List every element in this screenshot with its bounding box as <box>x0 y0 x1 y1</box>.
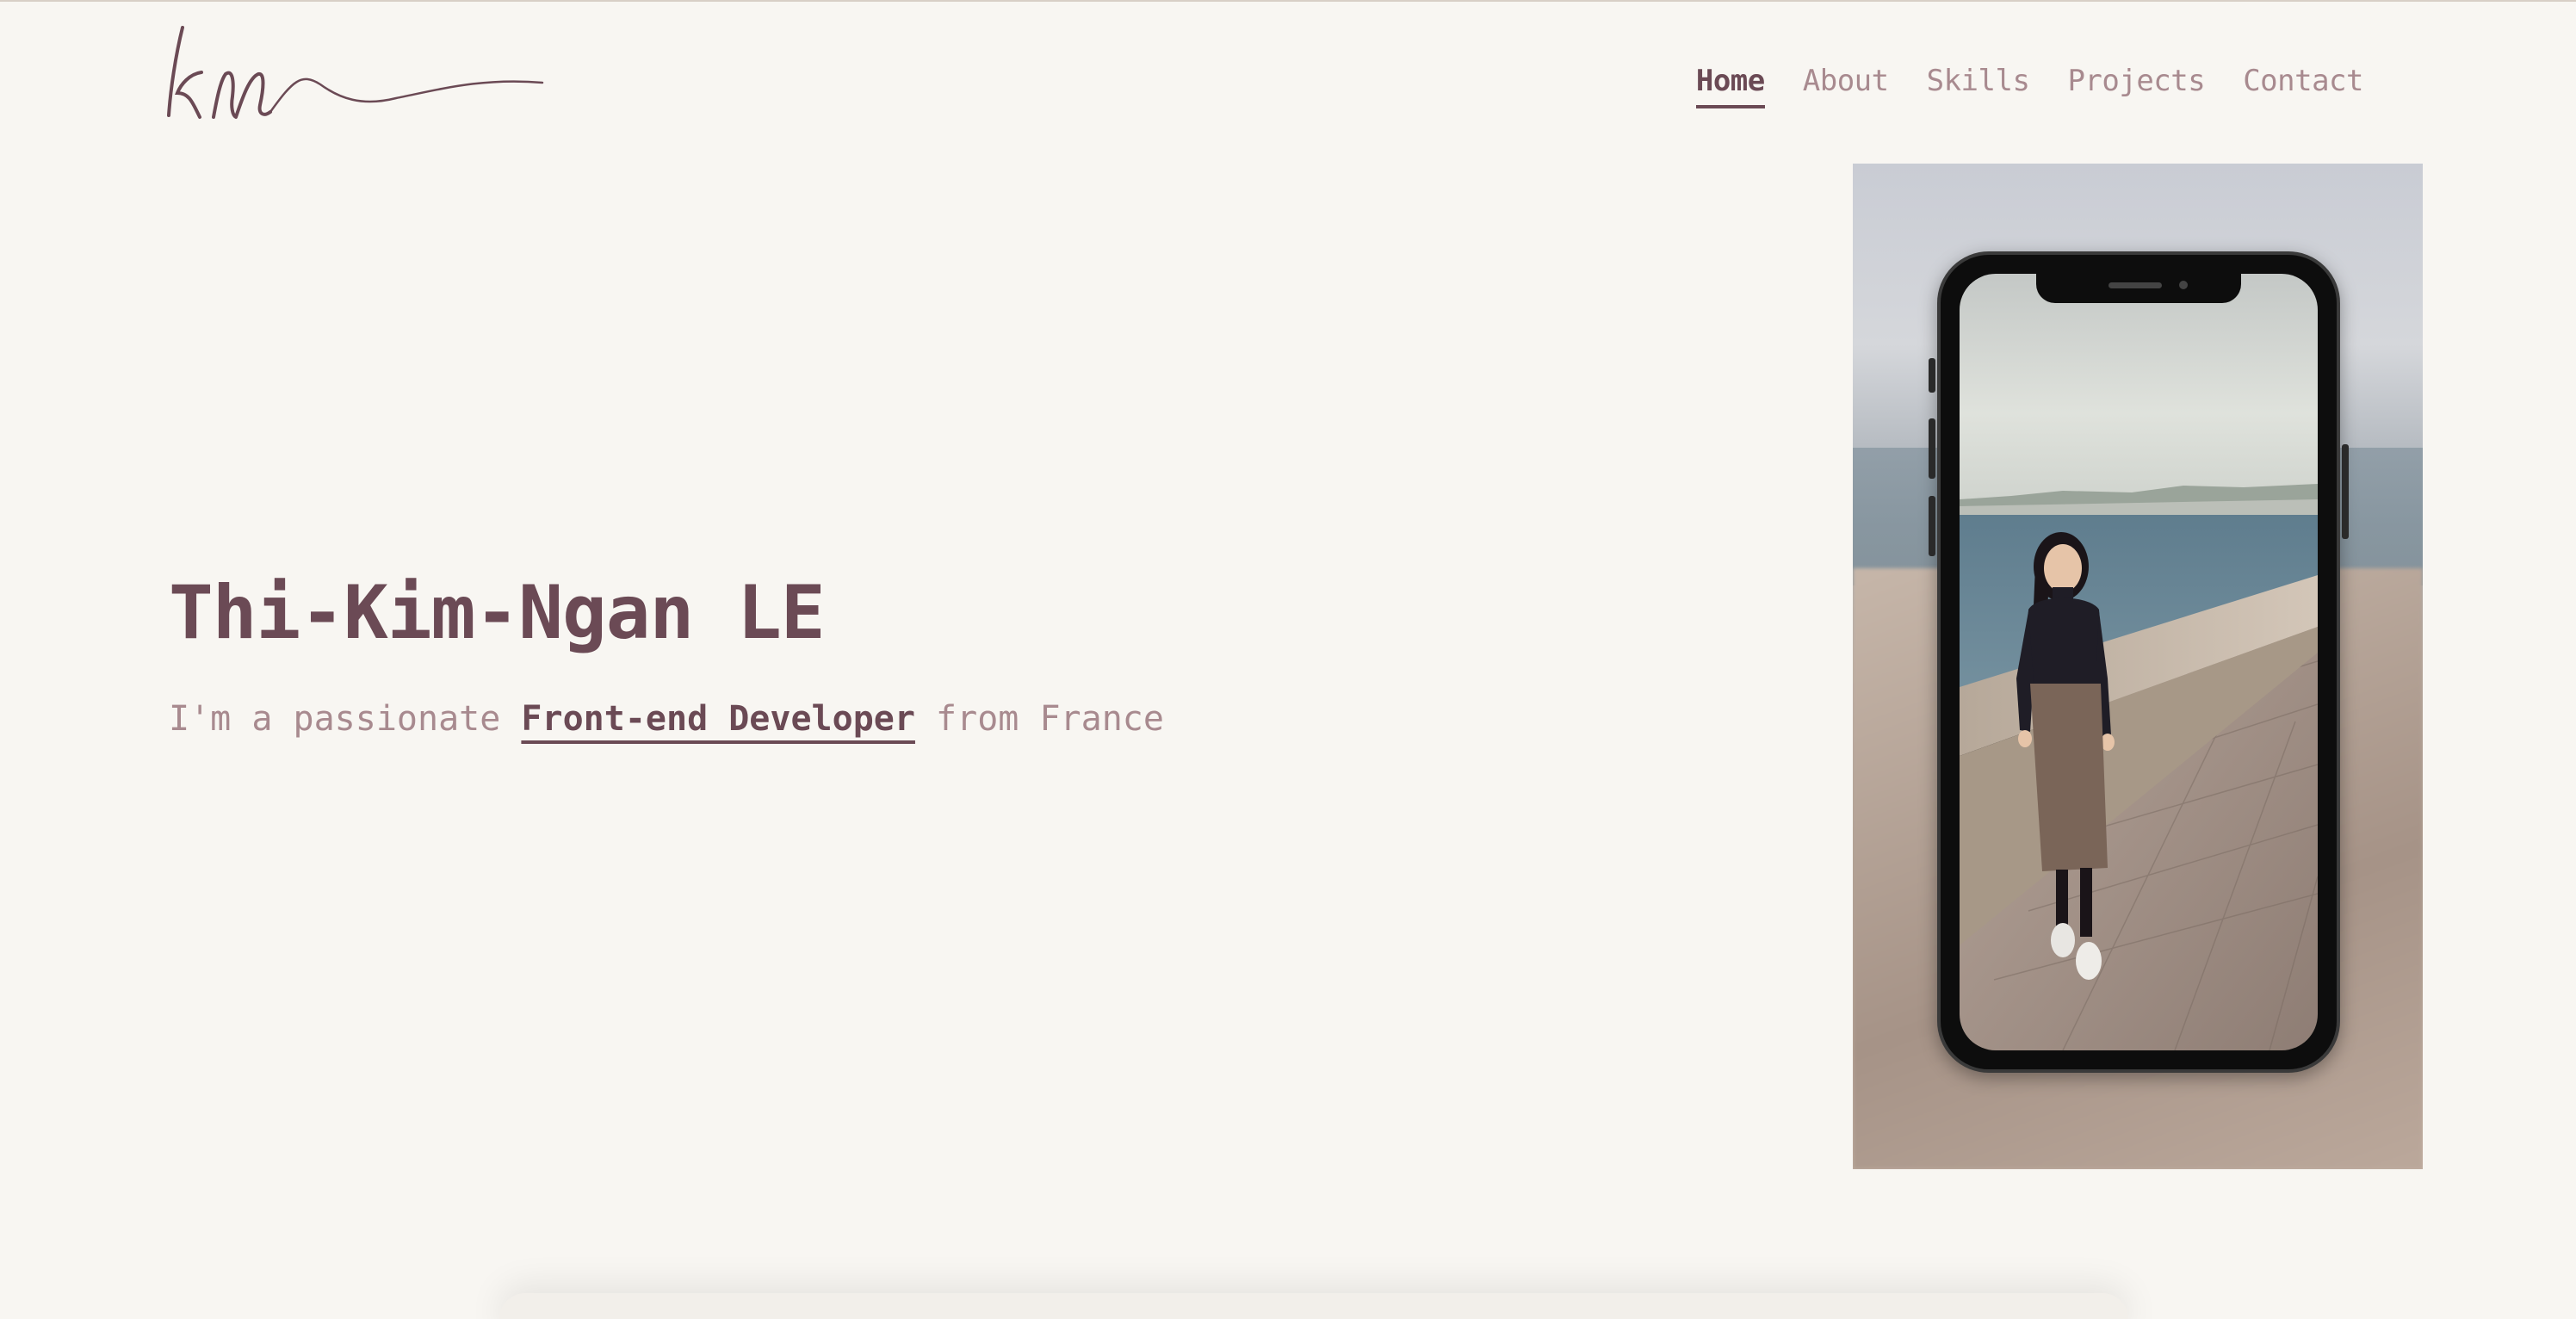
signature-logo-icon <box>167 26 544 119</box>
main-nav: Home About Skills Projects Contact <box>1695 64 2363 108</box>
nav-link-about[interactable]: About <box>1803 64 1889 108</box>
phone-notch <box>2036 274 2241 303</box>
phone-power-button <box>2342 444 2349 539</box>
profile-photo <box>1853 164 2423 1169</box>
signature-logo[interactable]: kn <box>164 21 560 124</box>
phone-side-button <box>1929 358 1935 393</box>
smartphone-mockup-icon <box>1929 251 2349 1073</box>
nav-link-skills[interactable]: Skills <box>1927 64 2030 108</box>
portrait-photo <box>1960 274 2318 1050</box>
hero-name: Thi-Kim-Ngan LE <box>169 570 826 656</box>
hero-subtitle: I'm a passionate Front-end Developer fro… <box>169 699 1164 739</box>
phone-side-button <box>1929 418 1935 479</box>
hero-subtitle-prefix: I'm a passionate <box>169 699 522 739</box>
phone-side-button <box>1929 496 1935 556</box>
nav-link-contact[interactable]: Contact <box>2243 64 2363 108</box>
nav-link-projects[interactable]: Projects <box>2067 64 2205 108</box>
phone-screen <box>1960 274 2318 1050</box>
nav-link-home[interactable]: Home <box>1695 64 1765 108</box>
hero-subtitle-suffix: from France <box>914 699 1164 739</box>
hero-role-link[interactable]: Front-end Developer <box>521 699 915 739</box>
phone-camera <box>2179 281 2188 289</box>
phone-speaker <box>2108 282 2162 288</box>
next-section-edge <box>499 1293 2128 1319</box>
